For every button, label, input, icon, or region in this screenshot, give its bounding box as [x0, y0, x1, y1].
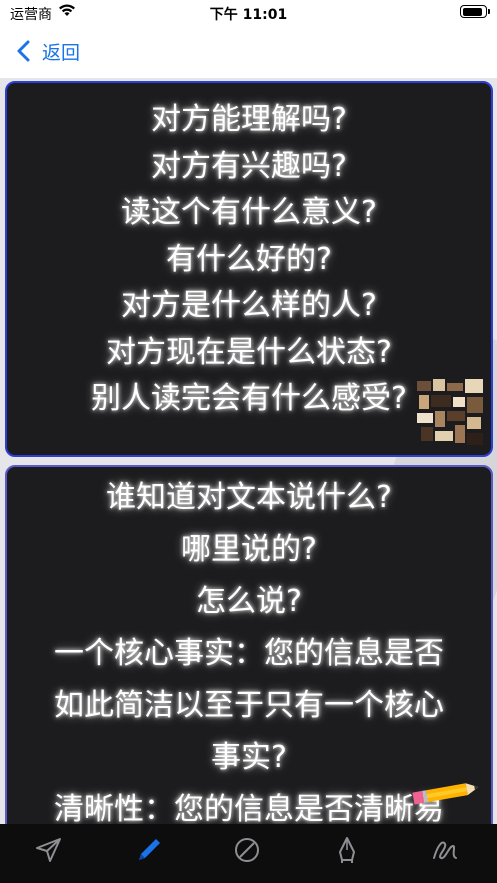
nav-bar: 返回 — [0, 26, 497, 78]
card-2-text: 谁知道对文本说什么? 哪里说的? 怎么说? 一个核心事实：您的信息是否 如此简洁… — [7, 472, 491, 824]
bottom-toolbar — [0, 824, 497, 883]
content-area[interactable]: 对方能理解吗? 对方有兴趣吗? 读这个有什么意义? 有什么好的? 对方是什么样的… — [0, 78, 497, 824]
chevron-left-icon — [17, 40, 30, 62]
text-line: 对方有兴趣吗? — [151, 148, 347, 184]
no-entry-icon[interactable] — [231, 834, 263, 866]
text-line: 有什么好的? — [166, 241, 332, 277]
text-line: 读这个有什么意义? — [121, 195, 377, 230]
text-card-1[interactable]: 对方能理解吗? 对方有兴趣吗? 读这个有什么意义? 有什么好的? 对方是什么样的… — [5, 81, 493, 457]
status-bar: 运营商 下午 11:01 — [0, 0, 497, 26]
text-line: 谁知道对文本说什么? — [106, 480, 392, 515]
text-line: 哪里说的? — [181, 532, 317, 567]
card-1-text: 对方能理解吗? 对方有兴趣吗? 读这个有什么意义? 有什么好的? 对方是什么样的… — [7, 97, 491, 423]
text-line: 怎么说? — [196, 584, 302, 619]
text-line: 一个核心事实：您的信息是否 — [54, 636, 444, 671]
text-line: 对方能理解吗? — [151, 102, 347, 137]
text-line: 事实? — [211, 740, 287, 775]
paper-plane-icon[interactable] — [33, 834, 65, 866]
text-line: 对方是什么样的人? — [121, 288, 377, 323]
back-button[interactable]: 返回 — [14, 36, 80, 66]
text-line: 如此简洁以至于只有一个核心 — [54, 688, 444, 723]
battery-icon — [460, 5, 490, 18]
clock: 下午 11:01 — [209, 7, 288, 23]
pen-icon[interactable] — [133, 834, 165, 866]
text-line: 对方现在是什么状态? — [106, 334, 392, 370]
pen-nib-icon[interactable] — [331, 834, 363, 866]
scribble-icon[interactable] — [429, 834, 461, 866]
sticker-collage-icon[interactable] — [415, 377, 487, 449]
text-card-2[interactable]: 谁知道对文本说什么? 哪里说的? 怎么说? 一个核心事实：您的信息是否 如此简洁… — [5, 465, 493, 824]
back-label: 返回 — [42, 41, 81, 64]
pencil-icon[interactable] — [407, 779, 483, 807]
